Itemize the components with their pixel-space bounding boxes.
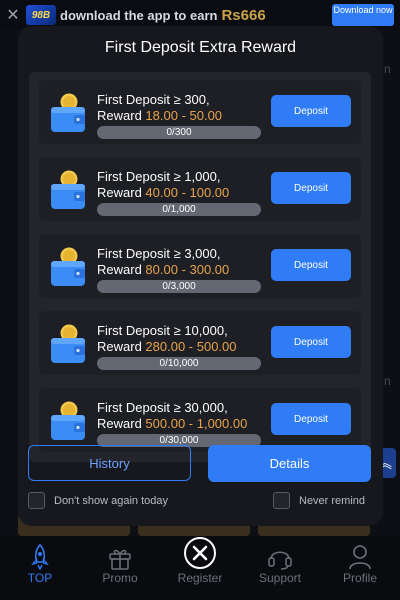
nav-item-top[interactable]: TOP bbox=[0, 536, 80, 600]
reward-range-line: Reward 500.00 - 1,000.00 bbox=[97, 416, 247, 431]
reward-range: 500.00 - 1,000.00 bbox=[145, 416, 248, 431]
reward-prefix: Reward bbox=[97, 339, 142, 354]
never-remind-label: Never remind bbox=[299, 494, 366, 507]
reward-card: First Deposit ≥ 30,000, Reward 500.00 - … bbox=[39, 388, 361, 452]
reward-prefix: Reward bbox=[97, 185, 142, 200]
wallet-coin-icon bbox=[49, 247, 87, 287]
deposit-button[interactable]: Deposit bbox=[271, 403, 351, 435]
progress-label: 0/3,000 bbox=[162, 281, 196, 292]
brand-logo: 98B bbox=[26, 5, 56, 25]
banner-amount: Rs666 bbox=[221, 6, 266, 24]
reward-prefix: Reward bbox=[97, 416, 142, 431]
deposit-condition: First Deposit ≥ 300, bbox=[97, 92, 210, 107]
checkbox-box[interactable] bbox=[273, 492, 290, 509]
deposit-progress-bar: 0/3,000 bbox=[97, 280, 261, 293]
deposit-button[interactable]: Deposit bbox=[271, 95, 351, 127]
reward-card: First Deposit ≥ 1,000, Reward 40.00 - 10… bbox=[39, 157, 361, 221]
wallet-coin-icon bbox=[49, 324, 87, 364]
deposit-progress-bar: 0/300 bbox=[97, 126, 261, 139]
reward-prefix: Reward bbox=[97, 108, 142, 123]
user-icon bbox=[320, 536, 400, 570]
wallet-coin-icon bbox=[49, 170, 87, 210]
progress-label: 0/300 bbox=[166, 127, 192, 138]
reward-list[interactable]: First Deposit ≥ 300, Reward 18.00 - 50.0… bbox=[29, 72, 371, 462]
background-text: n bbox=[384, 62, 391, 76]
reward-range: 18.00 - 50.00 bbox=[145, 108, 223, 123]
reward-range-line: Reward 18.00 - 50.00 bbox=[97, 108, 222, 123]
deposit-button[interactable]: Deposit bbox=[271, 249, 351, 281]
reward-range: 80.00 - 300.00 bbox=[145, 262, 230, 277]
close-circle-icon bbox=[160, 536, 240, 570]
checkbox-box[interactable] bbox=[28, 492, 45, 509]
progress-label: 0/1,000 bbox=[162, 204, 196, 215]
nav-item-promo[interactable]: Promo bbox=[80, 536, 160, 600]
progress-label: 0/10,000 bbox=[159, 358, 199, 369]
wallet-coin-icon bbox=[49, 93, 87, 133]
nav-item-support[interactable]: Support bbox=[240, 536, 320, 600]
deposit-progress-bar: 0/1,000 bbox=[97, 203, 261, 216]
gift-icon bbox=[80, 536, 160, 570]
reward-range: 40.00 - 100.00 bbox=[145, 185, 230, 200]
never-remind-checkbox[interactable]: Never remind bbox=[273, 492, 365, 509]
reward-prefix: Reward bbox=[97, 262, 142, 277]
history-button[interactable]: History bbox=[28, 445, 191, 481]
headset-icon bbox=[240, 536, 320, 570]
deposit-button[interactable]: Deposit bbox=[271, 326, 351, 358]
first-deposit-reward-modal: First Deposit Extra Reward First Deposit… bbox=[18, 26, 383, 526]
nav-item-profile[interactable]: Profile bbox=[320, 536, 400, 600]
reward-card: First Deposit ≥ 300, Reward 18.00 - 50.0… bbox=[39, 80, 361, 144]
deposit-progress-bar: 0/10,000 bbox=[97, 357, 261, 370]
deposit-condition: First Deposit ≥ 10,000, bbox=[97, 323, 228, 338]
dont-show-again-checkbox[interactable]: Don't show again today bbox=[28, 492, 168, 509]
bottom-navigation: TOP Promo Register Support Profile bbox=[0, 536, 400, 600]
reward-card: First Deposit ≥ 3,000, Reward 80.00 - 30… bbox=[39, 234, 361, 298]
modal-title: First Deposit Extra Reward bbox=[104, 39, 297, 56]
reward-range-line: Reward 40.00 - 100.00 bbox=[97, 185, 229, 200]
deposit-button[interactable]: Deposit bbox=[271, 172, 351, 204]
reward-range: 280.00 - 500.00 bbox=[145, 339, 237, 354]
background-text: n bbox=[384, 374, 391, 388]
close-icon[interactable]: ✕ bbox=[0, 5, 26, 25]
nav-item-register[interactable]: Register bbox=[160, 536, 240, 600]
nav-label: Support bbox=[258, 571, 302, 585]
deposit-condition: First Deposit ≥ 1,000, bbox=[97, 169, 221, 184]
deposit-condition: First Deposit ≥ 30,000, bbox=[97, 400, 228, 415]
banner-text: download the app to earn bbox=[60, 7, 218, 23]
deposit-condition: First Deposit ≥ 3,000, bbox=[97, 246, 221, 261]
wallet-coin-icon bbox=[49, 401, 87, 441]
reward-card: First Deposit ≥ 10,000, Reward 280.00 - … bbox=[39, 311, 361, 375]
download-now-button[interactable]: Download now bbox=[332, 4, 394, 26]
dont-show-again-label: Don't show again today bbox=[54, 494, 169, 507]
nav-label: Promo bbox=[102, 571, 138, 585]
nav-label: TOP bbox=[27, 571, 53, 585]
nav-label: Profile bbox=[342, 571, 377, 585]
reward-range-line: Reward 280.00 - 500.00 bbox=[97, 339, 237, 354]
details-button[interactable]: Details bbox=[208, 445, 371, 482]
nav-label: Register bbox=[177, 571, 223, 585]
reward-range-line: Reward 80.00 - 300.00 bbox=[97, 262, 229, 277]
rocket-icon bbox=[0, 536, 80, 570]
